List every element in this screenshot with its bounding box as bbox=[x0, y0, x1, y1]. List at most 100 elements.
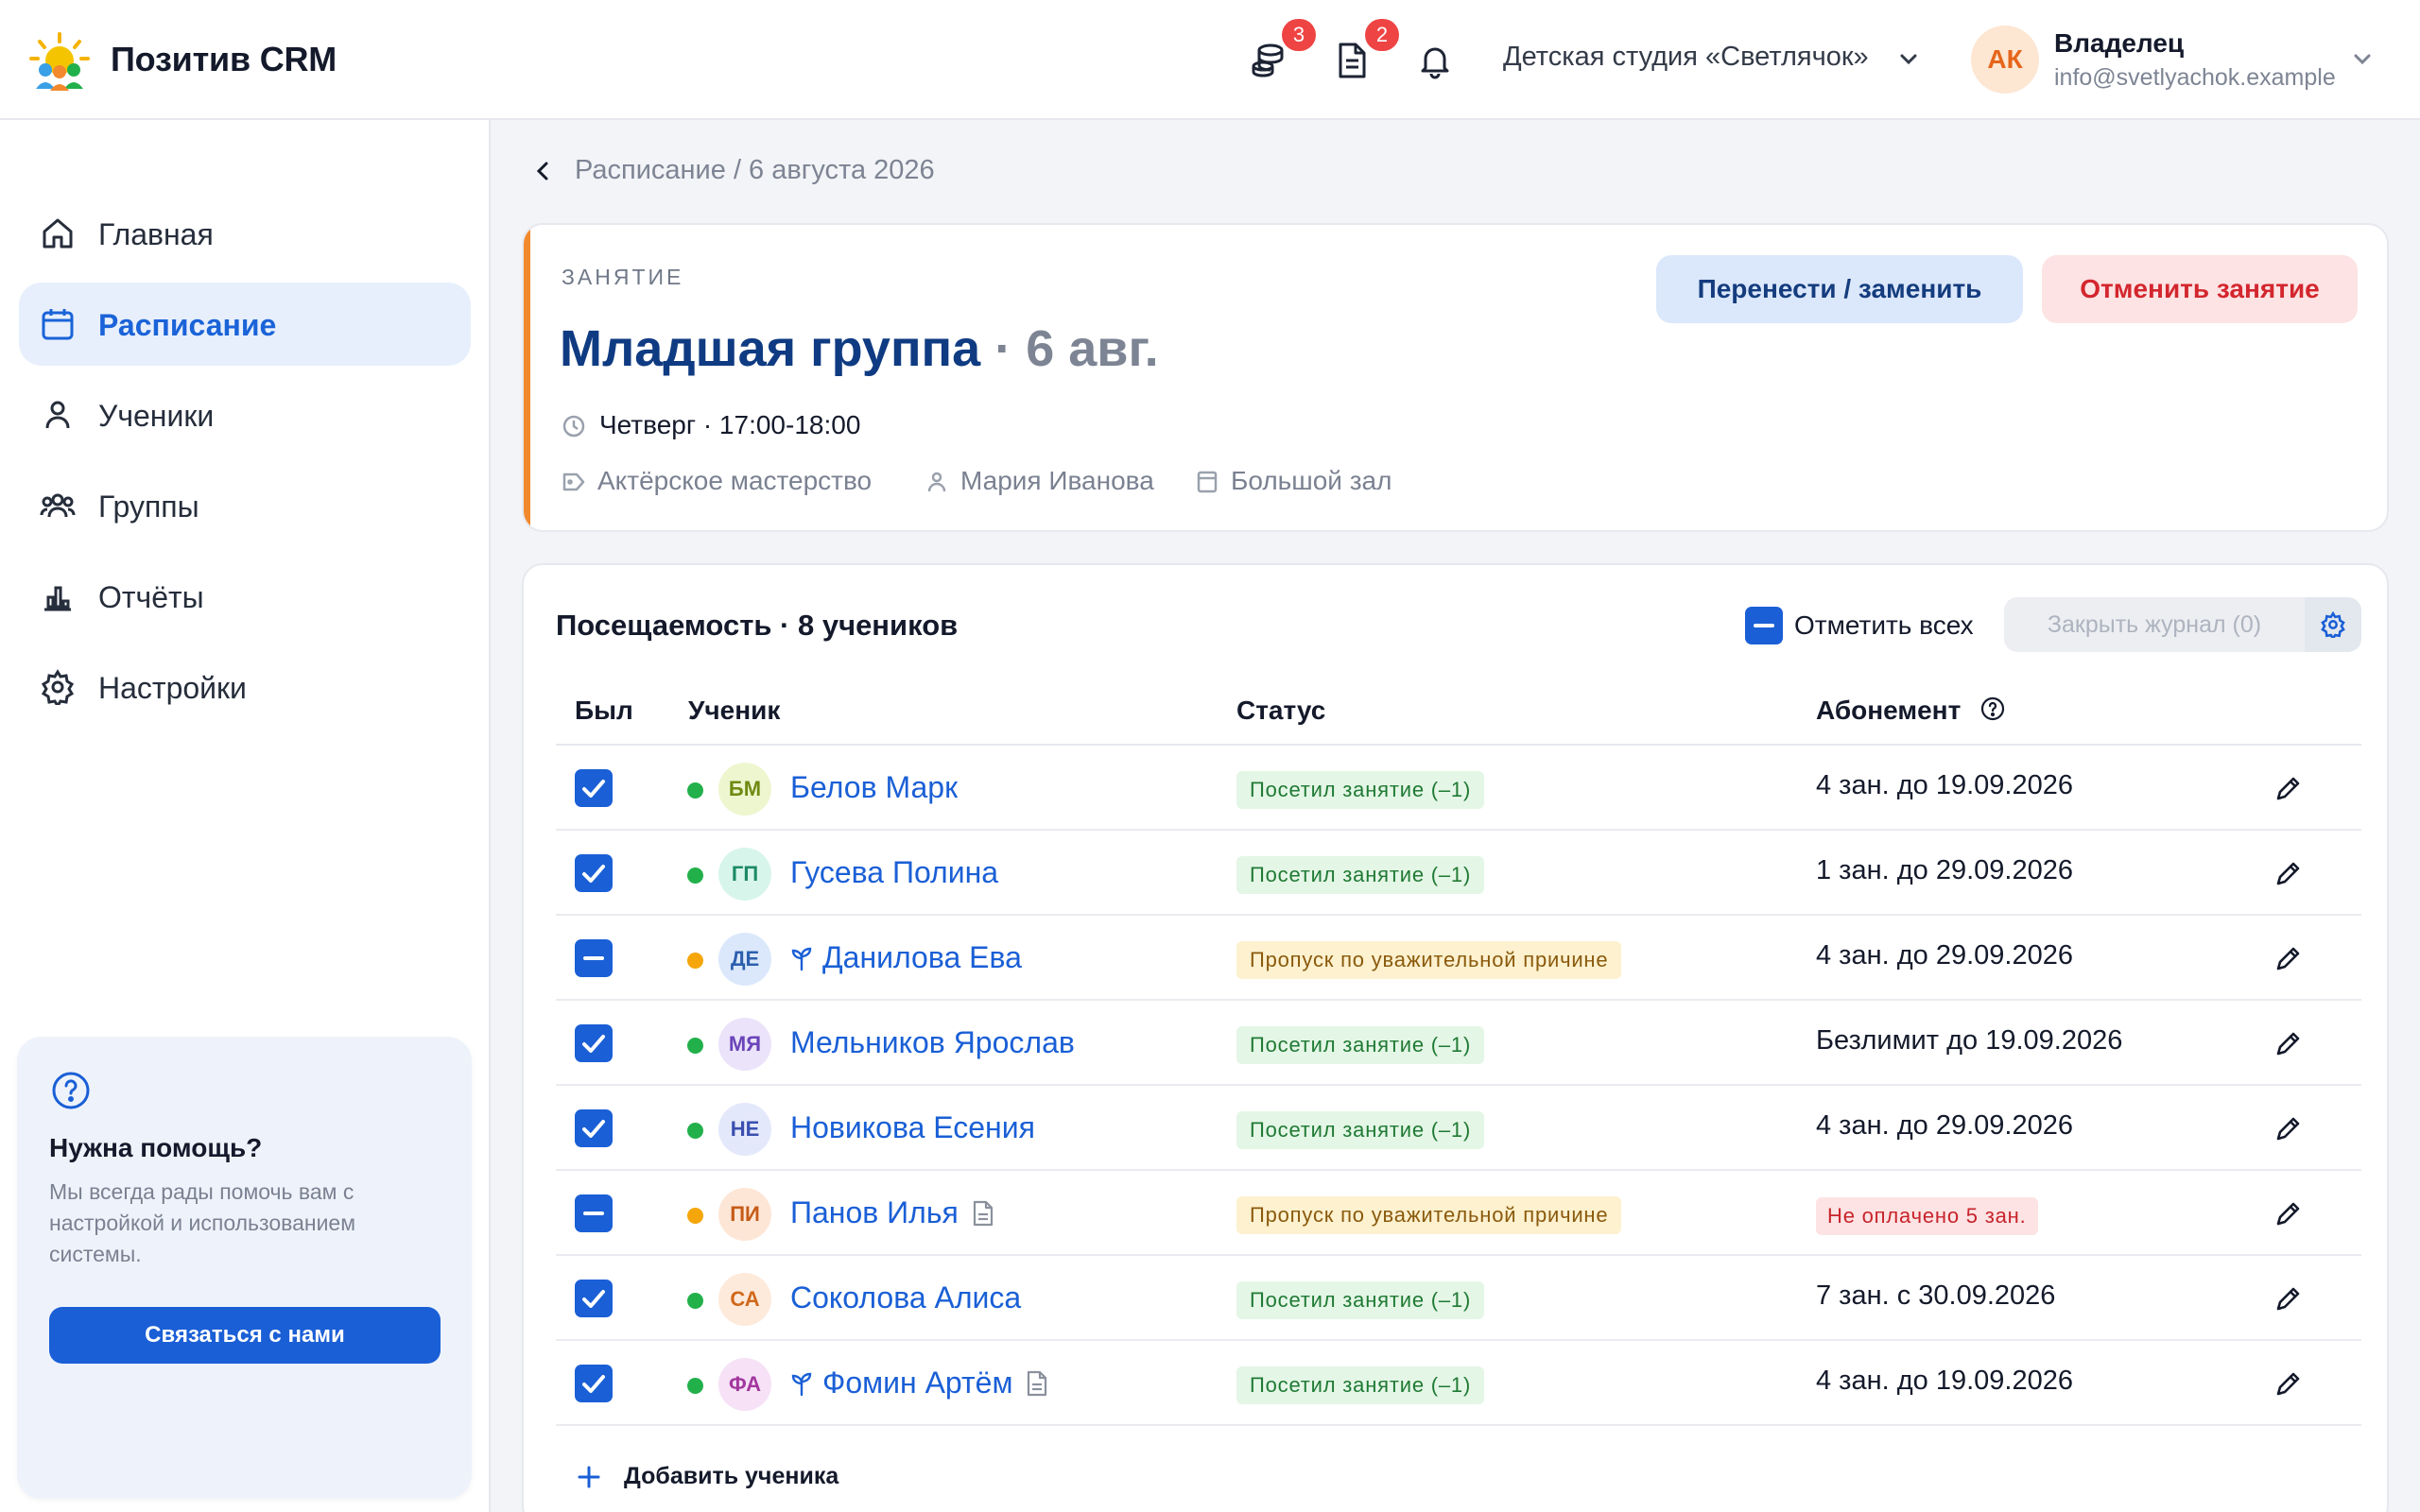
calendar-icon bbox=[42, 309, 74, 340]
student-name-link[interactable]: Данилова Ева bbox=[822, 940, 1022, 975]
checkbox-partial[interactable] bbox=[575, 1194, 613, 1232]
gear-icon bbox=[2321, 611, 2345, 638]
user-icon bbox=[927, 472, 946, 492]
sprout-icon bbox=[791, 1372, 812, 1397]
lesson-room: Большой зал bbox=[1195, 466, 1392, 496]
table-row: БМ Белов Марк Посетил занятие (–1) 4 зан. д… bbox=[556, 746, 2361, 831]
student-avatar: ГП bbox=[718, 848, 771, 901]
documents-badge: 2 bbox=[1365, 19, 1399, 51]
edit-button[interactable] bbox=[2273, 1367, 2305, 1400]
edit-button[interactable] bbox=[2273, 1282, 2305, 1314]
attendance-card: Посещаемость · 8 учеников Отметить всех … bbox=[522, 563, 2389, 1512]
reschedule-button[interactable]: Перенести / заменить bbox=[1656, 255, 2023, 323]
help-card: Нужна помощь? Мы всегда рады помочь вам … bbox=[17, 1037, 472, 1499]
user-icon bbox=[45, 401, 70, 429]
breadcrumb-text[interactable]: Расписание / 6 августа 2026 bbox=[575, 155, 935, 186]
lesson-time: Четверг · 17:00-18:00 bbox=[562, 410, 860, 440]
student-name-link[interactable]: Соколова Алиса bbox=[790, 1280, 1021, 1315]
user-avatar[interactable]: АК bbox=[1971, 26, 2039, 94]
check-icon bbox=[582, 1290, 605, 1308]
sidebar-item-groups[interactable]: Группы bbox=[19, 464, 471, 547]
edit-button[interactable] bbox=[2273, 1027, 2305, 1059]
table-row: ФА Фомин Артём Посетил занятие (–1) 4 зан. … bbox=[556, 1341, 2361, 1426]
checkbox-checked[interactable] bbox=[575, 1024, 613, 1062]
lesson-subject: Актёрское мастерство bbox=[562, 466, 872, 496]
pencil-icon bbox=[2276, 1372, 2300, 1396]
teacher-text: Мария Иванова bbox=[960, 466, 1154, 495]
lesson-date: · 6 авг. bbox=[994, 320, 1159, 377]
checkbox-checked[interactable] bbox=[575, 1109, 613, 1147]
student-name-link[interactable]: Новикова Есения bbox=[790, 1110, 1035, 1145]
sidebar-item-schedule[interactable]: Расписание bbox=[19, 283, 471, 366]
home-icon bbox=[43, 218, 73, 249]
close-journal-button[interactable]: Закрыть журнал (0) bbox=[2004, 597, 2305, 652]
document-icon bbox=[1028, 1370, 1047, 1397]
contact-us-button[interactable]: Связаться с нами bbox=[49, 1307, 441, 1364]
sidebar-item-label: Группы bbox=[98, 490, 199, 524]
subject-text: Актёрское мастерство bbox=[597, 466, 873, 495]
sidebar-item-label: Главная bbox=[98, 217, 214, 251]
add-student-label: Добавить ученика bbox=[624, 1463, 839, 1489]
plus-icon bbox=[578, 1466, 600, 1488]
sidebar-item-home[interactable]: Главная bbox=[19, 192, 471, 275]
table-row: ПИ Панов Илья Пропуск по уважительной прич… bbox=[556, 1171, 2361, 1256]
checkbox-partial[interactable] bbox=[575, 939, 613, 977]
chevron-down-icon[interactable] bbox=[2350, 47, 2375, 72]
payments-button[interactable]: 3 bbox=[1250, 19, 1316, 79]
edit-button[interactable] bbox=[2273, 1197, 2305, 1229]
sidebar-item-label: Отчёты bbox=[98, 580, 204, 614]
student-name-link[interactable]: Белов Марк bbox=[790, 770, 958, 805]
edit-button[interactable] bbox=[2273, 1112, 2305, 1144]
presence-dot bbox=[687, 953, 703, 969]
edit-button[interactable] bbox=[2273, 857, 2305, 889]
cancel-lesson-button[interactable]: Отменить занятие bbox=[2042, 255, 2358, 323]
presence-dot bbox=[687, 868, 703, 884]
help-title: Нужна помощь? bbox=[49, 1133, 263, 1162]
lesson-kicker: ЗАНЯТИЕ bbox=[562, 265, 684, 289]
documents-button[interactable]: 2 bbox=[1333, 19, 1399, 79]
room-text: Большой зал bbox=[1231, 466, 1392, 495]
student-name-link[interactable]: Панов Илья bbox=[790, 1195, 959, 1230]
checkbox-checked[interactable] bbox=[575, 854, 613, 892]
status-badge: Посетил занятие (–1) bbox=[1236, 1366, 1485, 1404]
edit-button[interactable] bbox=[2273, 772, 2305, 804]
back-icon[interactable] bbox=[529, 157, 558, 185]
chevron-down-icon[interactable] bbox=[1896, 47, 1921, 72]
edit-button[interactable] bbox=[2273, 942, 2305, 974]
lesson-teacher: Мария Иванова bbox=[925, 466, 1154, 496]
help-icon[interactable] bbox=[1979, 696, 2006, 722]
payments-badge: 3 bbox=[1282, 19, 1316, 51]
pencil-icon bbox=[2276, 1202, 2300, 1226]
room-icon bbox=[1197, 471, 1218, 493]
presence-dot bbox=[687, 1378, 703, 1394]
sidebar-item-reports[interactable]: Отчёты bbox=[19, 555, 471, 638]
lesson-title: Младшая группа · 6 авг. bbox=[560, 319, 1159, 378]
student-name-link[interactable]: Гусева Полина bbox=[790, 855, 998, 890]
attendance-settings-button[interactable] bbox=[2305, 597, 2361, 652]
lesson-card: ЗАНЯТИЕ Младшая группа · 6 авг. Четверг … bbox=[522, 223, 2389, 532]
pencil-icon bbox=[2276, 1287, 2300, 1311]
checkbox-checked[interactable] bbox=[575, 1365, 613, 1402]
org-name[interactable]: Детская студия «Светлячок» bbox=[1503, 42, 1869, 73]
table-row: ДЕ Данилова Ева Пропуск по уважительной пр… bbox=[556, 916, 2361, 1001]
presence-dot bbox=[687, 1208, 703, 1224]
sidebar-item-students[interactable]: Ученики bbox=[19, 373, 471, 456]
mark-all-label: Отметить всех bbox=[1794, 610, 1974, 640]
checkbox-partial[interactable] bbox=[1745, 607, 1783, 644]
subscription-text: 7 зан. с 30.09.2026 bbox=[1816, 1280, 2056, 1311]
subscription-text: 4 зан. до 19.09.2026 bbox=[1816, 770, 2073, 800]
status-badge: Пропуск по уважительной причине bbox=[1236, 941, 1622, 979]
checkbox-checked[interactable] bbox=[575, 769, 613, 807]
student-avatar: НЕ bbox=[718, 1103, 771, 1156]
checkbox-checked[interactable] bbox=[575, 1280, 613, 1317]
student-avatar: ДЕ bbox=[718, 933, 771, 986]
notifications-button[interactable] bbox=[1416, 42, 1454, 79]
presence-dot bbox=[687, 1293, 703, 1309]
subscription-text: 4 зан. до 29.09.2026 bbox=[1816, 940, 2073, 971]
student-name-link[interactable]: Мельников Ярослав bbox=[790, 1025, 1075, 1060]
sidebar-item-settings[interactable]: Настройки bbox=[19, 645, 471, 729]
student-name-link[interactable]: Фомин Артём bbox=[822, 1366, 1012, 1400]
logo-icon bbox=[29, 32, 90, 91]
presence-dot bbox=[687, 782, 703, 799]
bell-icon bbox=[1421, 47, 1449, 79]
